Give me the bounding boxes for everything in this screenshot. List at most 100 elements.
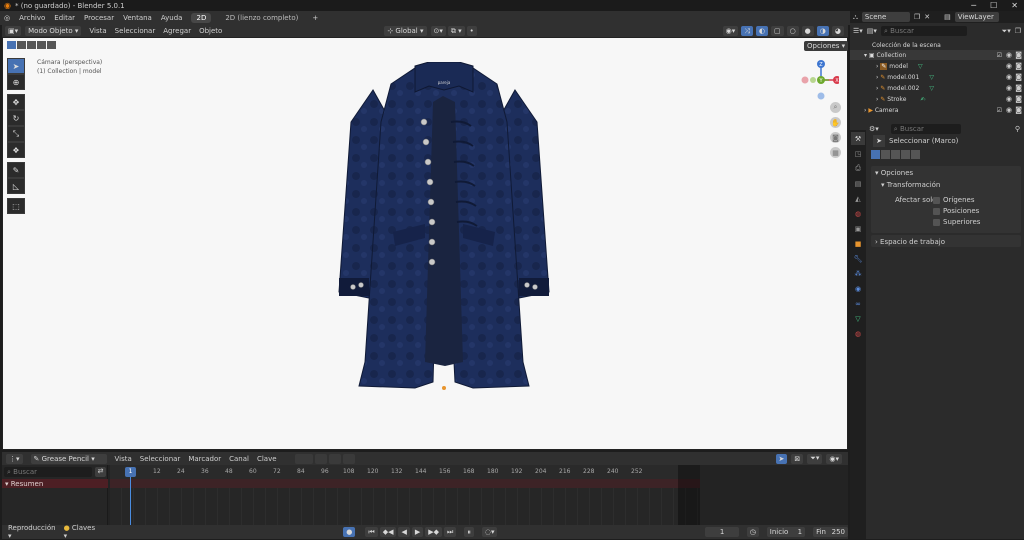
wireframe-shading[interactable]: ○ [786, 26, 799, 36]
select-box-tool[interactable]: ➤ [7, 58, 25, 74]
tool-tab[interactable]: ⚒ [851, 132, 865, 145]
ortho-toggle-button[interactable]: ▦ [830, 147, 841, 158]
next-key-button[interactable]: ▶◆ [425, 527, 443, 537]
checkbox-origins[interactable]: Orígenes [933, 196, 974, 204]
constraints-tab[interactable]: ∞ [851, 297, 865, 310]
properties-editor-icon[interactable]: ⚙▾ [869, 125, 879, 133]
eye-icon[interactable]: ◉ [1006, 51, 1012, 59]
eye-icon[interactable]: ◉ [1006, 84, 1012, 92]
timeline-menu-vista[interactable]: Vista [115, 455, 132, 463]
workspace-panel[interactable]: › Espacio de trabajo [871, 235, 1021, 247]
jump-end-button[interactable]: ⏭ [444, 527, 457, 537]
filter-icon[interactable]: ⏷▾ [1002, 27, 1011, 36]
rotate-tool[interactable]: ↻ [7, 110, 25, 126]
select-new-icon[interactable] [7, 41, 16, 49]
outliner-editor-icon[interactable]: ☰▾ [853, 27, 863, 35]
scale-tool[interactable]: ⤡ [7, 126, 25, 142]
menu-objeto[interactable]: Objeto [199, 27, 222, 35]
checkbox-positions[interactable]: Posiciones [933, 207, 979, 215]
outliner-row-model[interactable]: › ✎ model ▽ ◉ ◙ [850, 61, 1024, 71]
menu-seleccionar[interactable]: Seleccionar [115, 27, 156, 35]
transform-tool[interactable]: ❖ [7, 142, 25, 158]
camera-render-icon[interactable]: ◙ [1015, 95, 1022, 103]
select-extend-icon[interactable] [17, 41, 26, 49]
outliner-row-model-001[interactable]: › ✎ model.001 ▽ ◉ ◙ [850, 72, 1024, 82]
proportional-toggle[interactable]: • [466, 26, 477, 36]
proportional-edit-toggle[interactable]: ◉▾ [826, 453, 842, 464]
checkbox-icon[interactable]: ☑ [997, 107, 1002, 114]
workspace-tab-2d-full[interactable]: 2D (lienzo completo) [220, 13, 303, 23]
menu-ventana[interactable]: Ventana [123, 14, 152, 22]
pan-button[interactable]: ✋ [830, 117, 841, 128]
outliner-row-stroke[interactable]: › ✎ Stroke ✍ ◉ ◙ [850, 94, 1024, 104]
checkbox-parents[interactable]: Superiores [933, 218, 980, 226]
data-tab[interactable]: ▽ [851, 312, 865, 325]
render-tab[interactable]: ◳ [851, 147, 865, 160]
play-reverse-button[interactable]: ◀ [398, 527, 410, 537]
modifier-tab[interactable]: 🔧︎ [851, 252, 865, 265]
mode-extend-icon[interactable] [881, 150, 890, 159]
outliner-row-model-002[interactable]: › ✎ model.002 ▽ ◉ ◙ [850, 83, 1024, 93]
camera-render-icon[interactable]: ◙ [1015, 106, 1022, 114]
prev-key-button[interactable]: ◆◀ [379, 527, 397, 537]
visibility-button[interactable]: ◉▾ [722, 26, 739, 36]
jump-start-button[interactable]: ⏮ [365, 527, 378, 537]
camera-render-icon[interactable]: ◙ [1015, 84, 1022, 92]
layer-button-2[interactable] [314, 453, 327, 464]
coat-model[interactable]: pareja [333, 62, 555, 392]
view-layer-selector[interactable]: ViewLayer [954, 12, 999, 22]
checkbox-icon[interactable]: ☑ [997, 52, 1002, 59]
mode-intersect-icon[interactable] [911, 150, 920, 159]
menu-editar[interactable]: Editar [54, 14, 75, 22]
collection-tab[interactable]: ▣ [851, 222, 865, 235]
measure-tool[interactable]: ◺ [7, 178, 25, 194]
minimize-button[interactable]: ─ [971, 1, 976, 10]
timeline-body[interactable]: ⌕ Buscar ⇄ ▾ Resumen 12 24 36 48 60 72 8… [2, 465, 848, 525]
select-intersect-icon[interactable] [47, 41, 56, 49]
new-collection-icon[interactable]: ❐ [1015, 27, 1021, 35]
material-shading[interactable]: ◑ [816, 26, 829, 36]
zoom-button[interactable]: ⌕ [830, 102, 841, 113]
eye-icon[interactable]: ◉ [1006, 95, 1012, 103]
overlay-toggle[interactable]: ◐ [755, 26, 768, 36]
timeline-menu-seleccionar[interactable]: Seleccionar [140, 455, 181, 463]
pin-icon[interactable]: ⚲ [1015, 125, 1020, 133]
delete-scene-icon[interactable]: ✕ [924, 13, 930, 21]
maximize-button[interactable]: ☐ [990, 1, 997, 10]
eye-icon[interactable]: ◉ [1006, 73, 1012, 81]
end-frame-field[interactable]: Fin 250 [813, 527, 848, 537]
playhead[interactable]: 1 [125, 467, 136, 477]
visual-effects-tab[interactable]: ⁂ [851, 267, 865, 280]
eye-icon[interactable]: ◉ [1006, 106, 1012, 114]
select-invert-icon[interactable] [37, 41, 46, 49]
navigation-gizmo[interactable]: Z Y X [799, 58, 839, 102]
editor-type-button[interactable]: ▣▾ [5, 26, 22, 36]
menu-vista[interactable]: Vista [89, 27, 106, 35]
world-tab[interactable]: ◍ [851, 207, 865, 220]
material-tab[interactable]: ◍ [851, 327, 865, 340]
mode-subtract-icon[interactable] [891, 150, 900, 159]
menu-agregar[interactable]: Agregar [163, 27, 191, 35]
physics-tab[interactable]: ◉ [851, 282, 865, 295]
object-tab[interactable]: ■ [851, 237, 865, 250]
channel-search[interactable]: ⌕ Buscar [4, 467, 92, 477]
layer-button-1[interactable] [294, 453, 313, 464]
autokey-toggle[interactable]: ● [343, 527, 356, 537]
select-subtract-icon[interactable] [27, 41, 36, 49]
mode-new-icon[interactable] [871, 150, 880, 159]
workspace-tab-2d[interactable]: 2D [191, 13, 212, 23]
annotate-tool[interactable]: ✎ [7, 162, 25, 178]
filter-dropdown[interactable]: ⏷▾ [807, 453, 823, 464]
solid-shading[interactable]: ● [801, 26, 814, 36]
timeline-menu-marcador[interactable]: Marcador [188, 455, 221, 463]
move-tool[interactable]: ✥ [7, 94, 25, 110]
camera-render-icon[interactable]: ◙ [1015, 62, 1022, 70]
properties-search[interactable]: ⌕ Buscar [890, 124, 961, 134]
timeline-menu-canal[interactable]: Canal [229, 455, 249, 463]
camera-render-icon[interactable]: ◙ [1015, 73, 1022, 81]
camera-view-button[interactable]: ◙ [830, 132, 841, 143]
summary-channel[interactable]: ▾ Resumen [2, 479, 108, 488]
show-errors-toggle[interactable]: ⊠ [791, 453, 804, 464]
layer-button-3[interactable] [328, 453, 341, 464]
transform-subpanel-header[interactable]: ▾ Transformación [871, 180, 1021, 190]
